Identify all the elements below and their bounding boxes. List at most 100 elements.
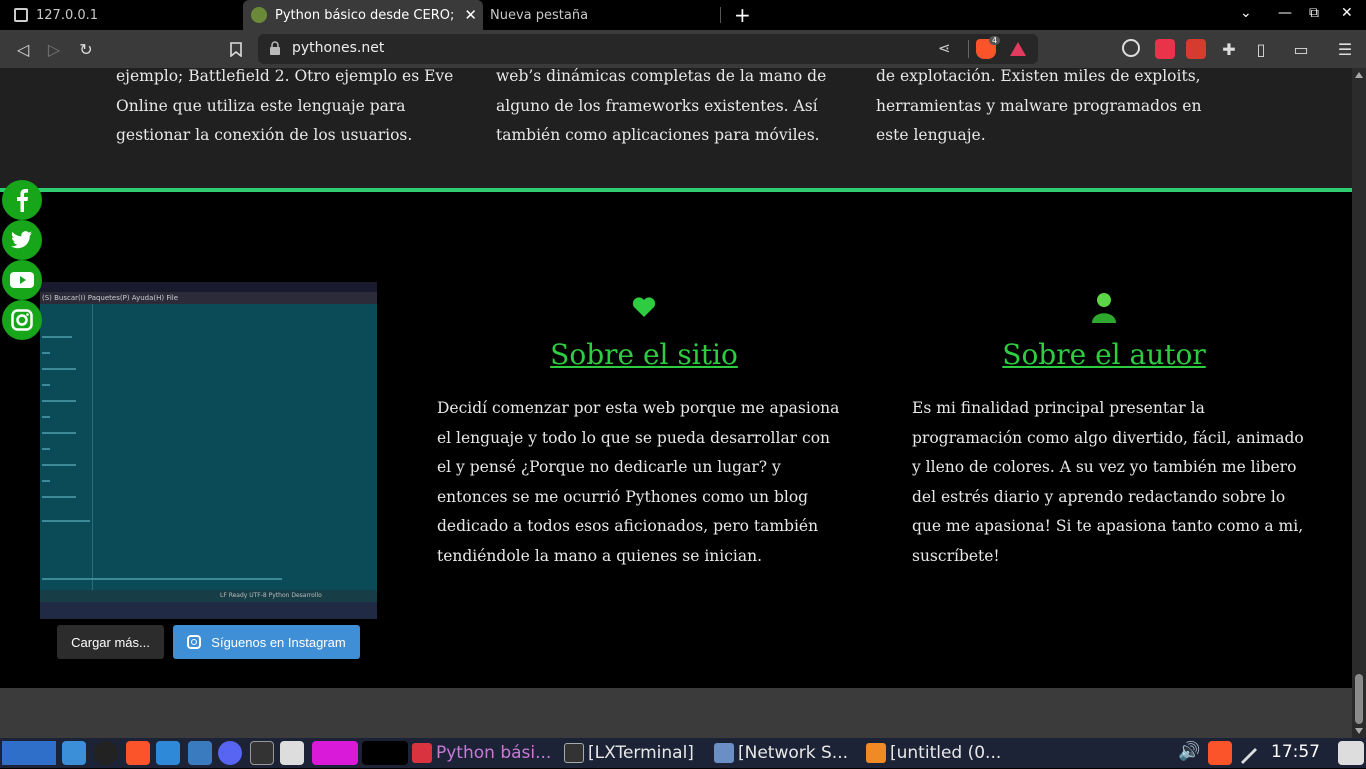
code-line bbox=[42, 480, 50, 482]
instagram-icon bbox=[187, 635, 202, 649]
menu-icon[interactable]: ☰ bbox=[1334, 38, 1356, 60]
about-section: (S) Buscar(I) Paquetes(P) Ayuda(H) File … bbox=[0, 192, 1352, 688]
shields-count-badge: 4 bbox=[989, 36, 1001, 45]
brave-icon bbox=[412, 743, 432, 763]
tab-label: 127.0.0.1 bbox=[36, 7, 99, 23]
new-tab-icon[interactable]: + bbox=[734, 3, 751, 27]
brave-tray-icon[interactable] bbox=[1208, 741, 1232, 765]
clock[interactable]: 17:57 bbox=[1271, 742, 1320, 762]
heart-icon bbox=[632, 296, 656, 324]
code-line bbox=[42, 520, 90, 522]
code-line bbox=[42, 400, 76, 402]
tab-localhost[interactable]: 127.0.0.1 bbox=[8, 0, 240, 30]
close-tab-icon[interactable]: ✕ bbox=[464, 6, 477, 24]
code-line bbox=[42, 416, 50, 418]
python-icon[interactable] bbox=[188, 741, 212, 765]
close-window-icon[interactable]: ✕ bbox=[1341, 5, 1353, 21]
reload-icon[interactable]: ↻ bbox=[75, 38, 97, 60]
code-line bbox=[42, 496, 76, 498]
about-site-text: Decidí comenzar por esta web porque me a… bbox=[437, 399, 840, 565]
volume-icon[interactable]: 🔊 bbox=[1178, 741, 1202, 765]
maximize-icon[interactable]: ⧉ bbox=[1309, 5, 1319, 21]
vertical-scrollbar[interactable] bbox=[1352, 68, 1366, 738]
app-icon[interactable] bbox=[94, 741, 118, 765]
dark-window-preview-icon[interactable] bbox=[362, 741, 408, 765]
image-gutter bbox=[92, 304, 93, 594]
sidebar-icon[interactable]: ▯ bbox=[1250, 38, 1272, 60]
browser-toolbar: ◁ ▷ ↻ pythones.net ⋖ 4 ✚ ▯ ▭ ☰ bbox=[0, 30, 1366, 68]
tab-python-basico[interactable]: Python básico desde CERO; ✕ bbox=[243, 0, 483, 30]
taskbar-item-browser[interactable]: Python bási... bbox=[412, 740, 560, 766]
image-taskbar bbox=[40, 602, 377, 619]
web-page: ejemplo; Battlefield 2. Otro ejemplo es … bbox=[0, 68, 1352, 738]
scroll-thumb[interactable] bbox=[1355, 674, 1363, 724]
network-icon bbox=[714, 743, 734, 763]
twitter-icon[interactable] bbox=[2, 220, 42, 260]
url-text: pythones.net bbox=[292, 40, 385, 56]
about-author-title[interactable]: Sobre el autor bbox=[954, 338, 1254, 371]
lock-icon bbox=[270, 41, 280, 55]
vscode-icon[interactable] bbox=[156, 741, 180, 765]
document-icon bbox=[14, 8, 28, 22]
text-column-3: de explotación. Existen miles de exploit… bbox=[876, 68, 1202, 144]
load-more-button[interactable]: Cargar más... bbox=[57, 625, 164, 659]
extension-red-icon[interactable] bbox=[1155, 39, 1175, 59]
minimize-icon[interactable]: — bbox=[1278, 5, 1292, 21]
follow-instagram-button[interactable]: Síguenos en Instagram bbox=[173, 625, 360, 659]
window-icon[interactable] bbox=[280, 741, 304, 765]
code-line bbox=[42, 432, 76, 434]
terminal-icon[interactable] bbox=[250, 741, 274, 765]
wallet-w-icon[interactable] bbox=[1122, 39, 1140, 57]
taskbar-item-network[interactable]: [Network S... bbox=[714, 740, 862, 766]
taskbar-item-label: Python bási... bbox=[436, 743, 552, 763]
scroll-up-icon[interactable] bbox=[1355, 72, 1363, 78]
taskbar-item-sublime[interactable]: [untitled (0... bbox=[866, 740, 1014, 766]
code-line bbox=[42, 384, 50, 386]
tab-label: Python básico desde CERO; bbox=[275, 7, 455, 23]
bookmark-icon[interactable] bbox=[225, 38, 247, 60]
about-site-title[interactable]: Sobre el sitio bbox=[494, 338, 794, 371]
brave-launcher-icon[interactable] bbox=[126, 741, 150, 765]
terminal-icon bbox=[564, 743, 584, 763]
tab-list-chevron-icon[interactable]: ⌄ bbox=[1240, 5, 1252, 21]
image-titlebar bbox=[40, 282, 377, 292]
text-column-1: ejemplo; Battlefield 2. Otro ejemplo es … bbox=[116, 68, 454, 144]
brave-window-preview-icon[interactable] bbox=[312, 741, 358, 765]
tab-label: Nueva pestaña bbox=[490, 7, 589, 23]
image-statusbar: LF Ready UTF-8 Python Desarrollo bbox=[40, 590, 377, 602]
todoist-icon[interactable] bbox=[1186, 39, 1206, 59]
code-line bbox=[42, 464, 76, 466]
pen-icon[interactable] bbox=[1238, 741, 1262, 765]
follow-instagram-label: Síguenos en Instagram bbox=[211, 634, 346, 650]
separator bbox=[968, 40, 969, 58]
discord-icon[interactable] bbox=[218, 741, 242, 765]
taskbar-item-terminal[interactable]: [LXTerminal] bbox=[564, 740, 712, 766]
top-section: ejemplo; Battlefield 2. Otro ejemplo es … bbox=[0, 68, 1352, 190]
code-line bbox=[42, 448, 50, 450]
code-line bbox=[42, 336, 72, 338]
image-menubar: (S) Buscar(I) Paquetes(P) Ayuda(H) File bbox=[40, 292, 377, 304]
extensions-puzzle-icon[interactable]: ✚ bbox=[1218, 38, 1240, 60]
show-desktop-icon[interactable] bbox=[1338, 741, 1364, 765]
tab-nueva-pestana[interactable]: Nueva pestaña bbox=[484, 0, 720, 30]
instagram-social-icon[interactable] bbox=[2, 300, 42, 340]
facebook-icon[interactable] bbox=[2, 180, 42, 220]
youtube-icon[interactable] bbox=[2, 260, 42, 300]
wallet-icon[interactable]: ▭ bbox=[1290, 38, 1312, 60]
taskbar-item-label: [LXTerminal] bbox=[588, 743, 694, 763]
forward-icon[interactable]: ▷ bbox=[43, 38, 65, 60]
footer-band bbox=[0, 688, 1352, 738]
sublime-icon bbox=[866, 743, 886, 763]
back-icon[interactable]: ◁ bbox=[12, 38, 34, 60]
taskbar-item-label: [Network S... bbox=[738, 743, 849, 763]
start-menu-icon[interactable] bbox=[2, 741, 56, 765]
scroll-down-icon[interactable] bbox=[1355, 728, 1363, 734]
code-line bbox=[42, 368, 76, 370]
file-manager-icon[interactable] bbox=[62, 741, 86, 765]
instagram-feed-image[interactable]: (S) Buscar(I) Paquetes(P) Ayuda(H) File … bbox=[40, 282, 377, 619]
address-bar[interactable]: pythones.net ⋖ 4 bbox=[258, 34, 1038, 64]
text-column-2: web’s dinámicas completas de la mano de … bbox=[496, 68, 827, 144]
taskbar-item-label: [untitled (0... bbox=[890, 743, 1002, 763]
brave-rewards-icon[interactable] bbox=[1010, 42, 1026, 56]
share-icon[interactable]: ⋖ bbox=[938, 39, 951, 57]
